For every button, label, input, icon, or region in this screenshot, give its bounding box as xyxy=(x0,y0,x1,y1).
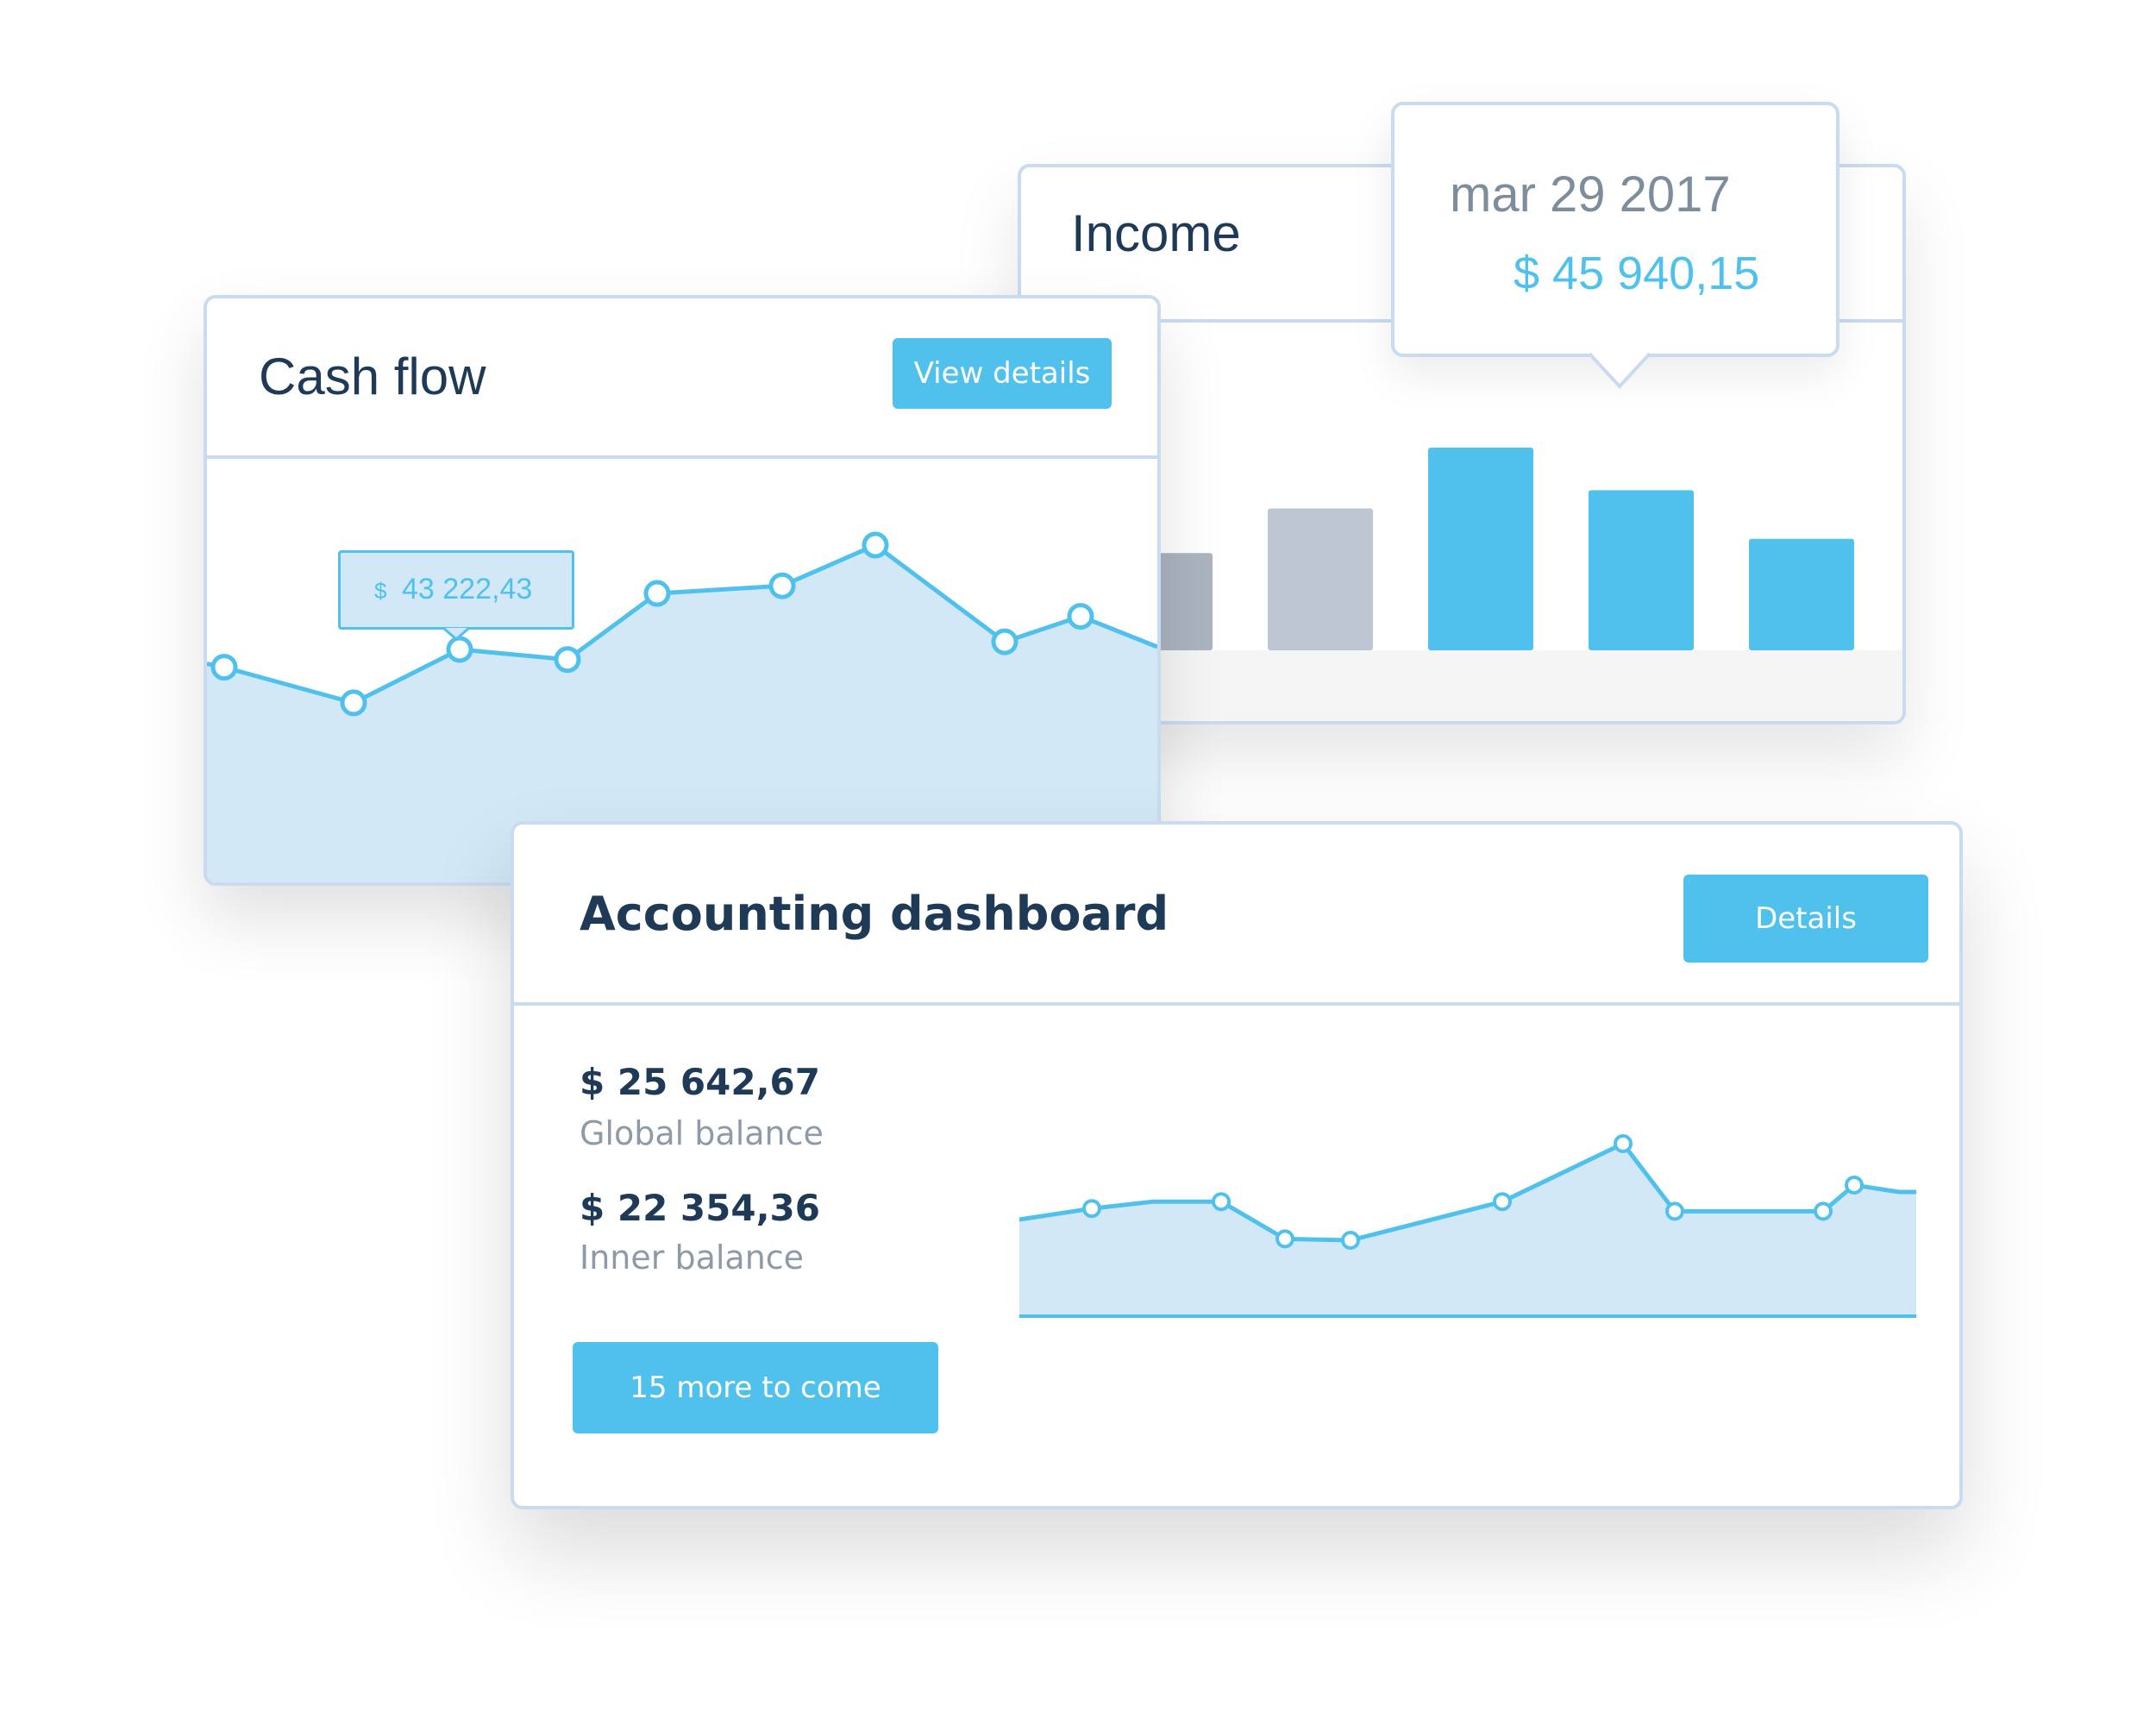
accounting-title: Accounting dashboard xyxy=(580,887,1169,941)
accounting-point xyxy=(1814,1201,1833,1221)
income-tooltip-date: mar 29 2017 xyxy=(1450,166,1731,223)
accounting-point xyxy=(1493,1192,1512,1212)
income-title: Income xyxy=(1071,204,1241,262)
cash-flow-point xyxy=(340,689,367,717)
global-balance-value: $ 25 642,67 xyxy=(580,1061,820,1103)
cash-flow-point xyxy=(643,580,671,607)
accounting-point xyxy=(1665,1201,1684,1221)
income-bar xyxy=(1589,490,1694,650)
inner-balance-label: Inner balance xyxy=(580,1239,805,1276)
accounting-header: Accounting dashboard Details xyxy=(514,825,1959,1006)
cash-flow-point xyxy=(1067,603,1094,630)
accounting-point xyxy=(1275,1229,1294,1249)
cash-flow-title: Cash flow xyxy=(259,348,486,405)
cash-flow-tooltip-currency: $ xyxy=(374,578,387,604)
accounting-point xyxy=(1614,1134,1633,1153)
accounting-point xyxy=(1341,1231,1360,1250)
income-tooltip-pointer xyxy=(1588,352,1651,389)
cash-flow-tooltip-pointer xyxy=(442,626,470,641)
view-details-button[interactable]: View details xyxy=(893,338,1112,409)
income-tooltip-box: mar 29 2017 $ 45 940,15 xyxy=(1391,102,1839,357)
income-tooltip-value: $ 45 940,15 xyxy=(1514,248,1760,299)
accounting-dashboard-card: Accounting dashboard Details $ 25 642,67… xyxy=(511,821,1963,1509)
cash-flow-point xyxy=(768,572,796,599)
income-bar xyxy=(1268,508,1373,650)
cash-flow-point xyxy=(554,646,581,674)
income-tooltip: mar 29 2017 $ 45 940,15 xyxy=(1391,102,1839,389)
cash-flow-header: Cash flow View details xyxy=(207,298,1157,459)
cash-flow-card: Cash flow View details $ 43 222,43 xyxy=(204,295,1161,886)
accounting-point xyxy=(1212,1192,1231,1212)
more-to-come-button[interactable]: 15 more to come xyxy=(573,1342,938,1433)
cash-flow-point xyxy=(210,654,238,681)
accounting-point xyxy=(1082,1199,1101,1219)
cash-flow-point xyxy=(862,531,889,559)
cash-flow-tooltip: $ 43 222,43 xyxy=(338,550,574,645)
income-bar xyxy=(1428,448,1533,650)
global-balance-label: Global balance xyxy=(580,1114,824,1152)
accounting-area xyxy=(1019,1144,1916,1316)
details-button[interactable]: Details xyxy=(1683,875,1928,963)
accounting-point xyxy=(1845,1176,1864,1195)
accounting-area-chart xyxy=(1018,1134,1916,1318)
cash-flow-tooltip-value: 43 222,43 xyxy=(402,573,533,605)
cash-flow-point xyxy=(991,628,1018,656)
income-bar xyxy=(1749,538,1854,650)
inner-balance-value: $ 22 354,36 xyxy=(580,1187,820,1229)
